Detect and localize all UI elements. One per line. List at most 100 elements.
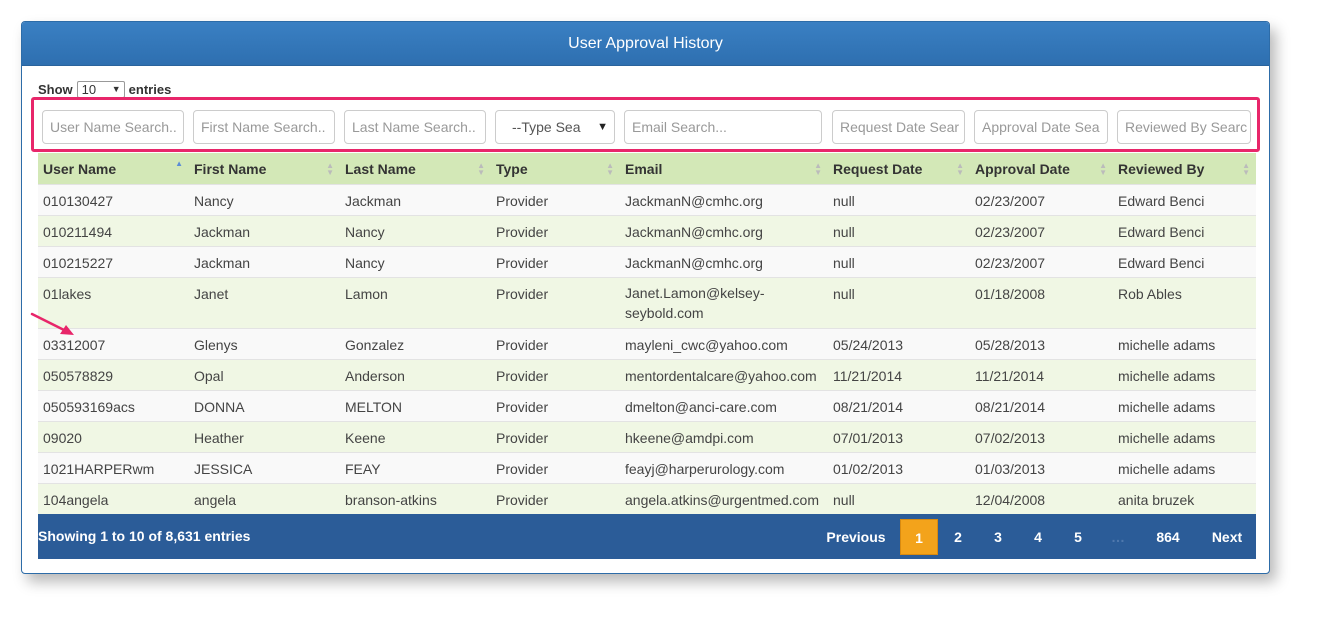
show-entries-control: Show 10 ▼ entries [38,81,171,98]
cell-request-date: 11/21/2014 [833,368,903,384]
cell-email: Janet.Lamon@kelsey-seybold.com [625,285,765,321]
user-approval-panel: User Approval History Show 10 ▼ entries … [21,21,1270,574]
user-name-search-input[interactable]: User Name Search.. [42,110,184,144]
cell-request-date: null [833,255,855,271]
cell-approval-date: 11/21/2014 [975,368,1045,384]
table-row: 010130427 Nancy Jackman Provider Jackman… [38,184,1256,216]
cell-first-name: JESSICA [194,461,253,477]
cell-reviewed-by: anita bruzek [1118,492,1195,508]
type-search-value: --Type Sea [512,119,581,135]
cell-user-name: 09020 [43,430,82,446]
panel-title: User Approval History [22,22,1269,66]
approval-date-search-input[interactable]: Approval Date Sea [974,110,1108,144]
cell-user-name: 010211494 [43,224,113,240]
column-header-last-name[interactable]: Last Name ▲ ▼ [340,153,491,185]
cell-email: mentordentalcare@yahoo.com [625,368,817,384]
cell-last-name: Keene [345,430,386,446]
table-row: 03312007 Glenys Gonzalez Provider maylen… [38,328,1256,360]
cell-last-name: FEAY [345,461,381,477]
cell-type: Provider [496,286,549,302]
email-search-input[interactable]: Email Search... [624,110,822,144]
page-button-2[interactable]: 2 [938,519,978,555]
cell-request-date: null [833,224,855,240]
cell-last-name: Jackman [345,193,402,209]
cell-request-date: 07/01/2013 [833,430,904,446]
page-button-last[interactable]: 864 [1138,519,1198,555]
cell-email: JackmanN@cmhc.org [625,193,763,209]
cell-last-name: branson-atkins [345,492,437,508]
pagination-ellipsis: … [1111,529,1125,545]
entries-per-page-value: 10 [81,82,97,97]
cell-request-date: 08/21/2014 [833,399,904,415]
approval-history-table: User Name ▲ First Name ▲ ▼ Last Name ▲ ▼ Type… [38,153,1256,515]
cell-reviewed-by: michelle adams [1118,461,1216,477]
last-name-search-input[interactable]: Last Name Search.. [344,110,486,144]
table-row: 050593169acs DONNA MELTON Provider dmelt… [38,390,1256,422]
first-name-search-input[interactable]: First Name Search.. [193,110,335,144]
cell-reviewed-by: michelle adams [1118,399,1216,415]
column-header-reviewed-by[interactable]: Reviewed By ▲ ▼ [1113,153,1256,185]
entries-per-page-select[interactable]: 10 ▼ [76,81,125,98]
cell-type: Provider [496,255,549,271]
cell-reviewed-by: michelle adams [1118,368,1216,384]
cell-first-name: Jackman [194,224,251,240]
reviewed-by-search-input[interactable]: Reviewed By Searc [1117,110,1251,144]
cell-request-date: null [833,286,855,302]
column-header-user-name[interactable]: User Name ▲ [38,153,189,185]
cell-approval-date: 02/23/2007 [975,255,1046,271]
column-header-type[interactable]: Type ▲ ▼ [491,153,620,185]
entries-info: Showing 1 to 10 of 8,631 entries [38,528,251,544]
page-button-4[interactable]: 4 [1018,519,1058,555]
cell-last-name: Anderson [345,368,405,384]
column-header-request-date[interactable]: Request Date ▲ ▼ [828,153,970,185]
cell-type: Provider [496,224,549,240]
cell-email: angela.atkins@urgentmed.com [625,492,819,508]
cell-reviewed-by: michelle adams [1118,337,1216,353]
table-row: 010215227 Jackman Nancy Provider Jackman… [38,246,1256,278]
sort-icon: ▲ ▼ [326,161,334,177]
page-button-1[interactable]: 1 [900,519,938,555]
cell-request-date: 05/24/2013 [833,337,904,353]
table-row: 01lakes Janet Lamon Provider Janet.Lamon… [38,277,1256,329]
next-page-button[interactable]: Next [1198,519,1256,555]
sort-ascending-icon: ▲ [175,159,183,168]
column-header-approval-date[interactable]: Approval Date ▲ ▼ [970,153,1113,185]
sort-icon: ▲ ▼ [814,161,822,177]
cell-approval-date: 12/04/2008 [975,492,1046,508]
cell-reviewed-by: michelle adams [1118,430,1216,446]
cell-last-name: Lamon [345,286,388,302]
table-header-row: User Name ▲ First Name ▲ ▼ Last Name ▲ ▼ Type… [38,153,1256,185]
cell-first-name: DONNA [194,399,245,415]
request-date-search-input[interactable]: Request Date Sear [832,110,965,144]
cell-reviewed-by: Edward Benci [1118,255,1205,271]
cell-first-name: Heather [194,430,244,446]
table-row: 010211494 Jackman Nancy Provider Jackman… [38,215,1256,247]
cell-user-name: 1021HARPERwm [43,461,155,477]
cell-first-name: angela [194,492,237,508]
cell-last-name: Gonzalez [345,337,405,353]
cell-user-name: 050593169acs [43,399,135,415]
cell-reviewed-by: Edward Benci [1118,193,1205,209]
column-header-first-name[interactable]: First Name ▲ ▼ [189,153,340,185]
cell-first-name: Opal [194,368,224,384]
cell-approval-date: 02/23/2007 [975,224,1046,240]
type-search-select[interactable]: --Type Sea ▼ [495,110,615,144]
cell-type: Provider [496,193,549,209]
cell-type: Provider [496,492,549,508]
page-button-3[interactable]: 3 [978,519,1018,555]
column-header-email[interactable]: Email ▲ ▼ [620,153,828,185]
show-label: Show [38,82,73,97]
cell-reviewed-by: Rob Ables [1118,286,1182,302]
cell-user-name: 104angela [43,492,109,508]
cell-approval-date: 08/21/2014 [975,399,1046,415]
sort-icon: ▲ ▼ [1099,161,1107,177]
cell-first-name: Nancy [194,193,234,209]
table-row: 1021HARPERwm JESSICA FEAY Provider feayj… [38,452,1256,484]
cell-request-date: null [833,492,855,508]
table-row: 104angela angela branson-atkins Provider… [38,483,1256,515]
previous-page-button[interactable]: Previous [813,519,899,555]
cell-email: dmelton@anci-care.com [625,399,777,415]
page-button-5[interactable]: 5 [1058,519,1098,555]
cell-first-name: Jackman [194,255,251,271]
cell-type: Provider [496,430,549,446]
